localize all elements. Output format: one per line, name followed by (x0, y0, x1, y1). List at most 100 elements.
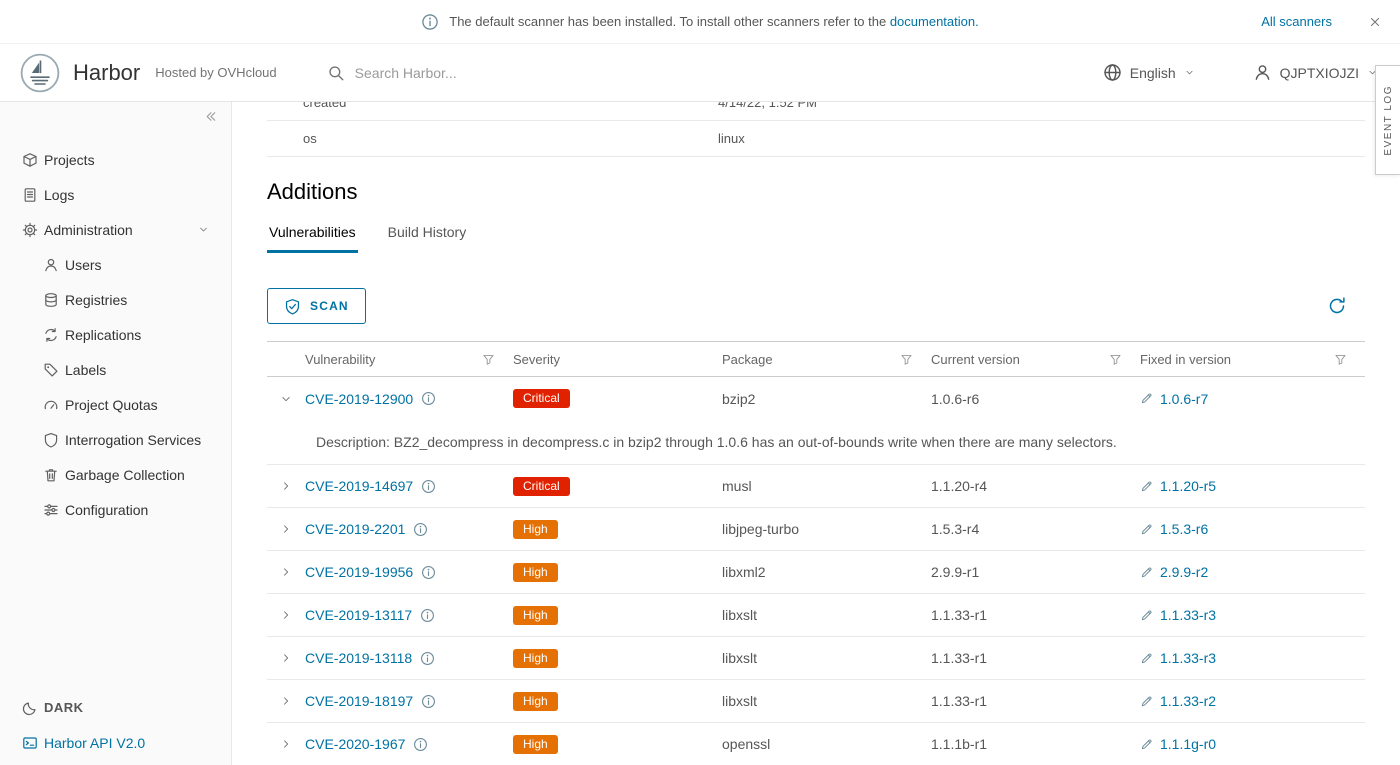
severity-badge: Critical (513, 389, 570, 408)
package-cell: libxslt (722, 650, 931, 666)
sidebar-item-garbage-collection[interactable]: Garbage Collection (0, 457, 231, 492)
user-icon (1253, 63, 1272, 82)
dark-mode-toggle[interactable]: DARK (0, 690, 231, 725)
sidebar-item-interrogation-services[interactable]: Interrogation Services (0, 422, 231, 457)
info-icon[interactable] (413, 522, 428, 537)
sidebar-item-registries[interactable]: Registries (0, 282, 231, 317)
artifact-detail-label: os (303, 131, 718, 146)
sidebar-item-configuration[interactable]: Configuration (0, 492, 231, 527)
sidebar-item-logs[interactable]: Logs (0, 177, 231, 212)
info-icon[interactable] (421, 694, 436, 709)
scan-button[interactable]: SCAN (267, 288, 366, 324)
severity-badge: High (513, 606, 558, 625)
sidebar-item-administration[interactable]: Administration (0, 212, 231, 247)
user-dropdown[interactable]: QJPTXIOJZI (1253, 63, 1378, 82)
additions-tabs: Vulnerabilities Build History (267, 220, 1365, 253)
event-log-label: EVENT LOG (1383, 85, 1394, 156)
language-label: English (1130, 65, 1176, 81)
fixed-version-link[interactable]: 1.1.20-r5 (1160, 478, 1216, 494)
column-header-label: Current version (931, 352, 1020, 367)
close-icon[interactable] (1368, 15, 1382, 29)
info-icon[interactable] (421, 391, 436, 406)
pencil-icon (1140, 738, 1153, 751)
info-icon[interactable] (421, 479, 436, 494)
column-header-package[interactable]: Package (722, 352, 931, 367)
cve-link[interactable]: CVE-2019-13117 (305, 607, 412, 623)
chevron-right-icon[interactable] (280, 480, 292, 492)
chevron-right-icon[interactable] (280, 738, 292, 750)
all-scanners-link[interactable]: All scanners (1261, 14, 1332, 29)
sidebar-item-label: Users (65, 257, 102, 273)
sidebar-item-project-quotas[interactable]: Project Quotas (0, 387, 231, 422)
language-dropdown[interactable]: English (1103, 63, 1195, 82)
package-cell: libjpeg-turbo (722, 521, 931, 537)
fixed-version-link[interactable]: 1.5.3-r6 (1160, 521, 1208, 537)
globe-icon (1103, 63, 1122, 82)
sidebar-item-users[interactable]: Users (0, 247, 231, 282)
fixed-version-link[interactable]: 1.0.6-r7 (1160, 391, 1208, 407)
chevron-right-icon[interactable] (280, 609, 292, 621)
chevron-down-icon[interactable] (280, 393, 292, 405)
info-icon[interactable] (420, 651, 435, 666)
username-label: QJPTXIOJZI (1280, 65, 1359, 81)
column-header-vulnerability[interactable]: Vulnerability (305, 352, 513, 367)
harbor-api-link[interactable]: Harbor API V2.0 (0, 725, 231, 760)
cve-link[interactable]: CVE-2019-12900 (305, 391, 413, 407)
cve-link[interactable]: CVE-2019-13118 (305, 650, 412, 666)
vulnerability-row: CVE-2019-2201Highlibjpeg-turbo1.5.3-r41.… (267, 508, 1365, 551)
event-log-tab[interactable]: EVENT LOG (1375, 65, 1400, 175)
cve-link[interactable]: CVE-2019-19956 (305, 564, 413, 580)
pencil-icon (1140, 695, 1153, 708)
documentation-link[interactable]: documentation. (890, 14, 979, 29)
sidebar-item-labels[interactable]: Labels (0, 352, 231, 387)
tab-build-history[interactable]: Build History (386, 220, 469, 253)
severity-badge: High (513, 692, 558, 711)
cve-link[interactable]: CVE-2019-18197 (305, 693, 413, 709)
filter-icon[interactable] (482, 353, 495, 366)
current-version-cell: 1.0.6-r6 (931, 391, 1140, 407)
cve-link[interactable]: CVE-2019-14697 (305, 478, 413, 494)
harbor-brand[interactable]: Harbor Hosted by OVHcloud (20, 53, 277, 93)
sidebar-item-projects[interactable]: Projects (0, 142, 231, 177)
cve-link[interactable]: CVE-2019-2201 (305, 521, 405, 537)
fixed-version-link[interactable]: 1.1.1g-r0 (1160, 736, 1216, 752)
info-icon[interactable] (421, 565, 436, 580)
current-version-cell: 1.1.20-r4 (931, 478, 1140, 494)
chevron-right-icon[interactable] (280, 695, 292, 707)
shield-check-icon (284, 298, 301, 315)
column-header-fixed-in-version[interactable]: Fixed in version (1140, 352, 1365, 367)
project-quotas-icon (43, 397, 59, 413)
filter-icon[interactable] (1109, 353, 1122, 366)
sidebar: Projects Logs Administration Users Regist… (0, 102, 232, 765)
tab-vulnerabilities[interactable]: Vulnerabilities (267, 220, 358, 253)
notification-message: The default scanner has been installed. … (449, 14, 978, 29)
info-icon[interactable] (420, 608, 435, 623)
administration-children: Users RegistriesReplicationsLabels Project… (0, 247, 231, 527)
refresh-icon[interactable] (1327, 296, 1347, 316)
chevron-down-icon[interactable] (198, 224, 209, 235)
fixed-version-link[interactable]: 1.1.33-r3 (1160, 607, 1216, 623)
vuln-table-header: VulnerabilitySeverity PackageCurrent vers… (267, 341, 1365, 377)
pencil-icon (1140, 392, 1153, 405)
configuration-icon (43, 502, 59, 518)
package-cell: libxml2 (722, 564, 931, 580)
sidebar-item-label: Project Quotas (65, 397, 158, 413)
sidebar-item-replications[interactable]: Replications (0, 317, 231, 352)
chevron-right-icon[interactable] (280, 566, 292, 578)
chevron-right-icon[interactable] (280, 652, 292, 664)
current-version-cell: 1.1.1b-r1 (931, 736, 1140, 752)
cve-link[interactable]: CVE-2020-1967 (305, 736, 405, 752)
search-input[interactable] (355, 65, 615, 81)
fixed-version-link[interactable]: 1.1.33-r2 (1160, 693, 1216, 709)
sidebar-collapse-icon[interactable] (203, 109, 218, 124)
fixed-version-link[interactable]: 1.1.33-r3 (1160, 650, 1216, 666)
column-header-current-version[interactable]: Current version (931, 352, 1140, 367)
chevron-right-icon[interactable] (280, 523, 292, 535)
filter-icon[interactable] (1334, 353, 1347, 366)
column-header-label: Severity (513, 352, 560, 367)
replications-icon (43, 327, 59, 343)
column-header-severity[interactable]: Severity (513, 352, 722, 367)
filter-icon[interactable] (900, 353, 913, 366)
fixed-version-link[interactable]: 2.9.9-r2 (1160, 564, 1208, 580)
info-icon[interactable] (413, 737, 428, 752)
